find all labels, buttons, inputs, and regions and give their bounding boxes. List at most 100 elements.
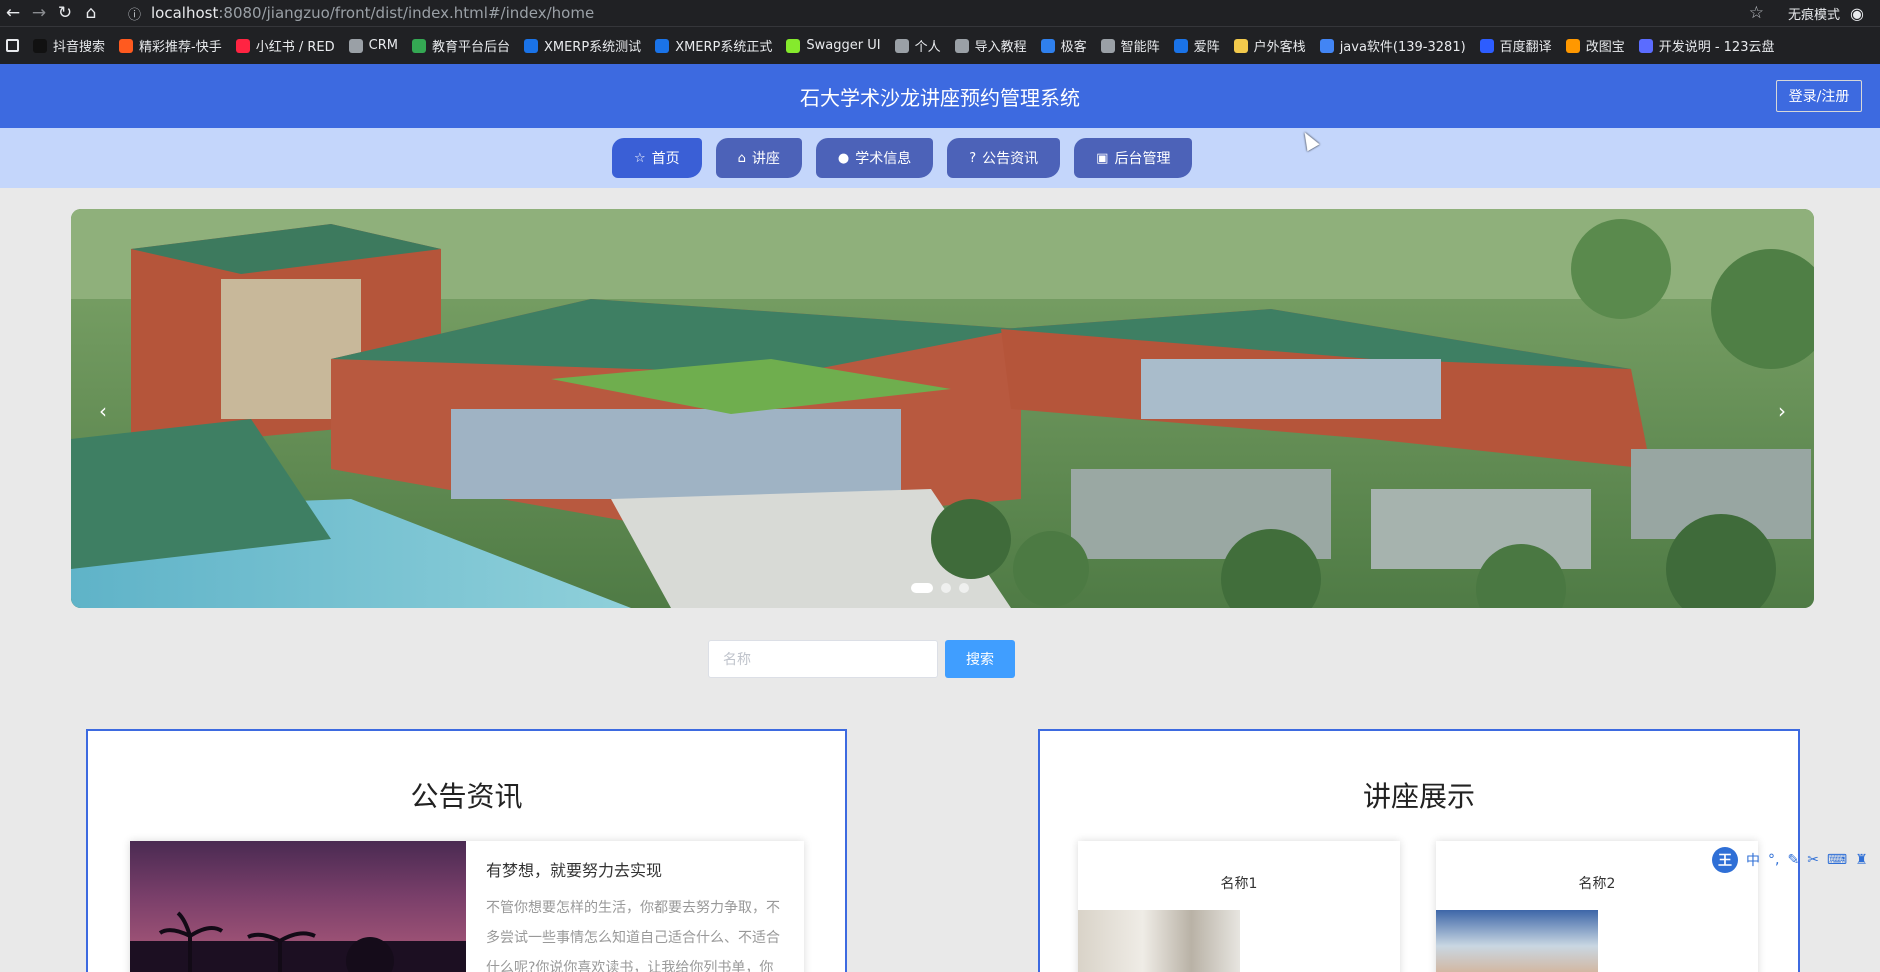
info-icon: ● (837, 150, 850, 166)
bookmark-favicon-icon (33, 38, 47, 53)
bookmark-item[interactable]: 导入教程 (954, 36, 1027, 55)
bookmark-item[interactable]: XMERP系统正式 (655, 36, 772, 55)
bookmark-favicon-icon (1565, 38, 1580, 53)
bookmark-favicon-icon (1319, 38, 1334, 53)
nav-item-label: 公告资讯 (982, 151, 1039, 167)
bookmark-favicon-icon (235, 38, 250, 53)
nav-item-label: 讲座 (751, 151, 780, 167)
site-header: 石大学术沙龙讲座预约管理系统 登录/注册 (0, 64, 1880, 128)
carousel-prev-arrow[interactable]: ‹ (99, 399, 107, 423)
reload-icon[interactable]: ↻ (52, 0, 78, 26)
site-title: 石大学术沙龙讲座预约管理系统 (800, 86, 1080, 110)
apps-icon[interactable] (6, 39, 19, 52)
ime-pen-icon[interactable]: ✎ (1787, 852, 1799, 868)
nav-item-label: 学术信息 (855, 151, 912, 167)
bookmark-item[interactable]: 抖音搜索 (33, 36, 105, 55)
bookmark-item[interactable]: 极客 (1040, 36, 1087, 55)
bookmark-item[interactable]: 小红书 / RED (235, 36, 335, 55)
bookmark-favicon-icon (1173, 38, 1188, 53)
bag-icon: ⌂ (737, 150, 746, 166)
bookmark-item[interactable]: 百度翻译 (1479, 36, 1552, 55)
bookmark-label: 开发说明 - 123云盘 (1658, 40, 1775, 55)
bookmark-label: 教育平台后台 (431, 40, 510, 55)
bookmark-item[interactable]: CRM (348, 38, 398, 53)
search-button[interactable]: 搜索 (945, 640, 1015, 678)
bookmark-item[interactable]: 开发说明 - 123云盘 (1638, 36, 1775, 55)
home-icon[interactable]: ⌂ (78, 0, 104, 26)
nav-item-3[interactable]: ? 公告资讯 (947, 138, 1061, 178)
banner-carousel[interactable]: ‹ › (71, 209, 1814, 608)
notice-item-title[interactable]: 有梦想，就要努力去实现 (486, 857, 784, 881)
bookmark-favicon-icon (1100, 38, 1115, 53)
lecture-card[interactable]: 名称1 (1078, 841, 1400, 972)
bookmark-favicon-icon (1233, 38, 1248, 53)
notice-item-excerpt: 不管你想要怎样的生活，你都要去努力争取，不多尝试一些事情怎么知道自己适合什么、不… (486, 900, 780, 972)
carousel-dot[interactable] (959, 583, 969, 593)
bookmark-label: 小红书 / RED (255, 40, 335, 55)
notice-panel-title: 公告资讯 (410, 780, 523, 813)
lecture-image (1436, 910, 1598, 972)
ime-toolbar[interactable]: 王 中 °, ✎ ✂ ⌨ ♜ (1712, 847, 1868, 873)
incognito-label: 无痕模式 (1788, 7, 1841, 23)
incognito-icon: ◉ (1850, 3, 1864, 23)
bookmark-favicon-icon (1040, 38, 1055, 53)
incognito-indicator[interactable]: 无痕模式 ◉ (1788, 0, 1864, 26)
name-search-input[interactable] (708, 640, 938, 678)
nav-item-1[interactable]: ⌂ 讲座 (715, 138, 802, 178)
bookmark-item[interactable]: 精彩推荐-快手 (119, 36, 222, 55)
bookmark-favicon-icon (894, 38, 909, 53)
ime-keyboard-icon[interactable]: ⌨ (1827, 852, 1847, 868)
bookmark-favicon-icon (523, 38, 538, 53)
bookmark-item[interactable]: XMERP系统测试 (523, 36, 642, 55)
ime-skin-icon[interactable]: ♜ (1855, 852, 1868, 868)
browser-toolbar: ← → ↻ ⌂ ⓘ localhost:8080/jiangzuo/front/… (0, 0, 1880, 26)
nav-item-2[interactable]: ● 学术信息 (815, 138, 934, 178)
star-icon: ☆ (634, 150, 646, 166)
address-bar[interactable]: ⓘ localhost:8080/jiangzuo/front/dist/ind… (128, 0, 594, 26)
bookmark-favicon-icon (1479, 38, 1494, 53)
url-path: :8080/jiangzuo/front/dist/index.html#/in… (218, 4, 595, 22)
bookmark-item[interactable]: 教育平台后台 (411, 36, 510, 55)
bookmark-item[interactable]: 户外客栈 (1233, 36, 1306, 55)
bookmark-item[interactable]: 个人 (894, 36, 941, 55)
back-icon[interactable]: ← (0, 0, 26, 26)
bookmark-label: 抖音搜索 (53, 40, 106, 55)
lecture-name: 名称2 (1578, 876, 1616, 892)
bookmark-item[interactable]: 爱阵 (1173, 36, 1220, 55)
lecture-panel-title: 讲座展示 (1362, 780, 1475, 813)
bookmark-favicon-icon (786, 38, 801, 53)
bookmark-item[interactable]: Swagger UI (786, 38, 881, 53)
notice-image (130, 841, 466, 972)
bookmark-star-icon[interactable]: ☆ (1749, 3, 1764, 23)
bookmark-label: XMERP系统测试 (543, 40, 642, 55)
bookmark-label: XMERP系统正式 (675, 40, 773, 55)
bookmark-label: 导入教程 (974, 40, 1027, 55)
bookmark-label: 百度翻译 (1499, 40, 1552, 55)
ime-mode-toggle[interactable]: 中 (1746, 850, 1760, 870)
bookmark-favicon-icon (119, 38, 134, 53)
bookmark-label: 精彩推荐-快手 (139, 40, 222, 55)
carousel-dot[interactable] (941, 583, 951, 593)
nav-item-4[interactable]: ▣ 后台管理 (1074, 138, 1193, 178)
main-nav: ☆ 首页 ⌂ 讲座 ● 学术信息? 公告资讯 ▣ 后台管理 (0, 128, 1880, 188)
question-icon: ? (969, 150, 977, 166)
ime-logo-icon[interactable]: 王 (1712, 847, 1738, 873)
notice-card[interactable]: 有梦想，就要努力去实现 不管你想要怎样的生活，你都要去努力争取，不多尝试一些事情… (130, 841, 804, 972)
bookmark-label: 极客 (1060, 40, 1087, 55)
bookmark-item[interactable]: 智能阵 (1100, 36, 1160, 55)
nav-item-label: 首页 (651, 151, 680, 167)
nav-item-0[interactable]: ☆ 首页 (612, 138, 702, 178)
bookmark-label: 户外客栈 (1253, 40, 1306, 55)
bookmark-item[interactable]: java软件(139-3281) (1319, 36, 1466, 55)
carousel-next-arrow[interactable]: › (1778, 399, 1786, 423)
site-info-icon[interactable]: ⓘ (128, 4, 141, 23)
bookmark-item[interactable]: 改图宝 (1565, 36, 1625, 55)
ime-punctuation-icon[interactable]: °, (1768, 852, 1779, 868)
ime-scissors-icon[interactable]: ✂ (1807, 852, 1819, 868)
forward-icon[interactable]: → (26, 0, 52, 26)
lecture-card[interactable]: 名称2 (1436, 841, 1758, 972)
login-register-button[interactable]: 登录/注册 (1776, 80, 1862, 112)
carousel-dot[interactable] (911, 583, 933, 593)
lecture-name: 名称1 (1220, 876, 1258, 892)
bookmark-label: 改图宝 (1585, 40, 1625, 55)
